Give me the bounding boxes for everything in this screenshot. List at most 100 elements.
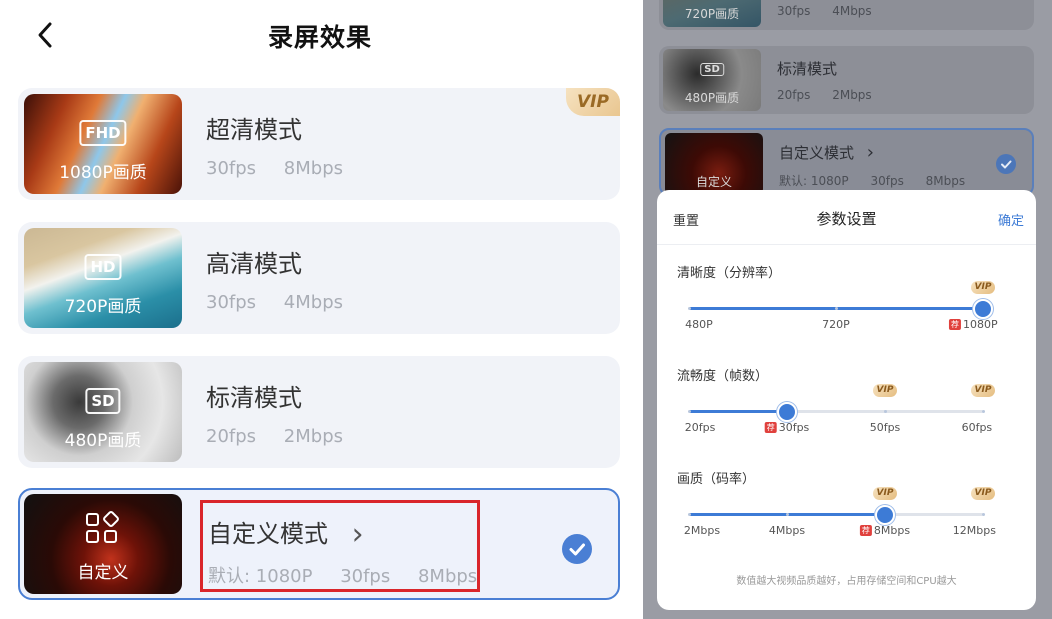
- slider-option-label[interactable]: 480P: [685, 318, 713, 331]
- bitrate-value: 4Mbps: [283, 292, 343, 313]
- quality-label: 1080P画质: [59, 163, 147, 183]
- slider-knob[interactable]: [973, 299, 993, 319]
- mode-card-custom[interactable]: 自定义 自定义模式 › 默认: 1080P 30fps 8Mbps: [18, 488, 620, 600]
- recommended-tag: 荐: [764, 422, 777, 433]
- custom-grid-icon: [86, 511, 119, 543]
- default-label: 默认: 1080P: [208, 566, 313, 587]
- quality-label: 720P画质: [64, 297, 142, 317]
- option-text: 12Mbps: [952, 524, 996, 537]
- slider-option-label[interactable]: 50fps: [870, 421, 901, 434]
- slider-option-label[interactable]: 12Mbps: [953, 524, 996, 537]
- quality-label: 720P画质: [684, 7, 740, 21]
- mode-specs: 20fps 2Mbps: [777, 88, 890, 102]
- bg-mode-card-custom: 自定义 自定义模式 › 默认: 1080P 30fps 8Mbps: [659, 128, 1034, 196]
- option-text: 8Mbps: [873, 524, 911, 537]
- bitrate-value: 2Mbps: [832, 88, 872, 102]
- quality-label: 自定义: [77, 563, 129, 583]
- quality-label: 480P画质: [684, 91, 740, 105]
- recommended-tag: 荐: [948, 319, 961, 330]
- mode-card-fhd[interactable]: FHD 1080P画质 超清模式 30fps 8Mbps VIP: [18, 88, 620, 200]
- mode-name: 自定义模式 ›: [779, 142, 874, 163]
- divider: [657, 244, 1036, 245]
- mode-name: 超清模式: [206, 116, 302, 144]
- slider-tick: [835, 307, 838, 310]
- slider-option-label[interactable]: 荐 1080P: [948, 318, 998, 331]
- parameter-settings-screen: 720P画质 30fps 4Mbps SD 480P画质 标清模式 20fps …: [643, 0, 1052, 619]
- mode-specs: 30fps 8Mbps: [206, 158, 365, 179]
- option-text: 720P: [822, 318, 850, 331]
- hd-badge: HD: [84, 254, 122, 280]
- bitrate-value: 8Mbps: [417, 566, 478, 587]
- bitrate-slider[interactable]: [688, 505, 985, 525]
- framerate-label: 流畅度（帧数）: [677, 369, 769, 384]
- bitrate-label: 画质（码率）: [677, 472, 756, 487]
- option-text: 2Mbps: [683, 524, 721, 537]
- fps-value: 30fps: [206, 292, 257, 313]
- sd-badge: SD: [700, 63, 724, 76]
- mode-thumbnail: SD 480P画质: [24, 362, 182, 462]
- slider-knob[interactable]: [777, 402, 797, 422]
- sd-badge: SD: [85, 388, 121, 414]
- slider-option-label[interactable]: 2Mbps: [684, 524, 720, 537]
- mode-name-text: 自定义模式: [208, 520, 328, 548]
- sheet-title: 参数设置: [816, 210, 877, 228]
- option-text: 480P: [685, 318, 713, 331]
- mode-name-text: 自定义模式: [779, 144, 855, 162]
- mode-card-sd[interactable]: SD 480P画质 标清模式 20fps 2Mbps: [18, 356, 620, 468]
- mode-name: 自定义模式 ›: [208, 514, 364, 552]
- mode-thumbnail: SD 480P画质: [663, 49, 761, 111]
- slider-fill: [689, 410, 787, 413]
- mode-thumbnail: HD 720P画质: [24, 228, 182, 328]
- recommended-tag: 荐: [859, 525, 872, 536]
- option-text: 60fps: [961, 421, 993, 434]
- resolution-label: 清晰度（分辨率）: [677, 266, 782, 281]
- fps-value: 20fps: [777, 88, 811, 102]
- slider-tick: [982, 410, 985, 413]
- option-text: 30fps: [778, 421, 810, 434]
- mode-specs: 默认: 1080P 30fps 8Mbps: [779, 172, 983, 189]
- bitrate-value: 8Mbps: [283, 158, 343, 179]
- parameter-settings-sheet: 重置 参数设置 确定 清晰度（分辨率） 流畅度（帧数） 画质（码率） 数值越大视…: [657, 190, 1036, 610]
- selected-check-icon: [996, 154, 1016, 174]
- bg-mode-card-sd: SD 480P画质 标清模式 20fps 2Mbps: [659, 46, 1034, 114]
- vip-tag: VIP: [971, 384, 995, 397]
- option-text: 50fps: [869, 421, 901, 434]
- page-title: 录屏效果: [267, 23, 372, 52]
- slider-option-label[interactable]: 20fps: [685, 421, 716, 434]
- selected-check-icon: [562, 534, 592, 564]
- resolution-slider[interactable]: [688, 299, 993, 319]
- chevron-right-icon[interactable]: ›: [352, 517, 364, 552]
- fps-value: 30fps: [870, 174, 904, 188]
- option-text: 20fps: [684, 421, 716, 434]
- footnote: 数值越大视频品质越好，占用存储空间和CPU越大: [736, 576, 957, 587]
- slider-tick: [688, 410, 691, 413]
- mode-card-hd[interactable]: HD 720P画质 高清模式 30fps 4Mbps: [18, 222, 620, 334]
- slider-tick: [786, 513, 789, 516]
- bg-mode-card-hd: 720P画质 30fps 4Mbps: [659, 0, 1034, 30]
- vip-tag: VIP: [873, 384, 897, 397]
- bitrate-value: 4Mbps: [832, 4, 872, 18]
- slider-knob[interactable]: [875, 505, 895, 525]
- mode-thumbnail: 自定义: [24, 494, 182, 594]
- fps-value: 20fps: [206, 426, 257, 447]
- slider-option-label[interactable]: 4Mbps: [769, 524, 805, 537]
- mode-name: 标清模式: [777, 60, 838, 78]
- slider-option-label[interactable]: 荐 30fps: [764, 421, 810, 434]
- mode-specs: 20fps 2Mbps: [206, 426, 365, 447]
- framerate-slider[interactable]: [688, 402, 985, 422]
- option-text: 4Mbps: [768, 524, 806, 537]
- confirm-button[interactable]: 确定: [998, 210, 1024, 229]
- quality-label: 480P画质: [64, 431, 142, 451]
- mode-thumbnail: FHD 1080P画质: [24, 94, 182, 194]
- slider-option-label[interactable]: 720P: [822, 318, 850, 331]
- vip-badge: VIP: [566, 88, 620, 116]
- slider-option-label[interactable]: 荐 8Mbps: [859, 524, 911, 537]
- mode-thumbnail: 720P画质: [663, 0, 761, 27]
- slider-option-label[interactable]: 60fps: [962, 421, 993, 434]
- slider-tick: [688, 307, 691, 310]
- vip-tag: VIP: [873, 487, 897, 500]
- mode-specs: 30fps 4Mbps: [777, 4, 890, 18]
- mode-thumbnail: 自定义: [665, 133, 763, 195]
- mode-name: 高清模式: [206, 250, 302, 278]
- quality-label: 自定义: [695, 175, 732, 189]
